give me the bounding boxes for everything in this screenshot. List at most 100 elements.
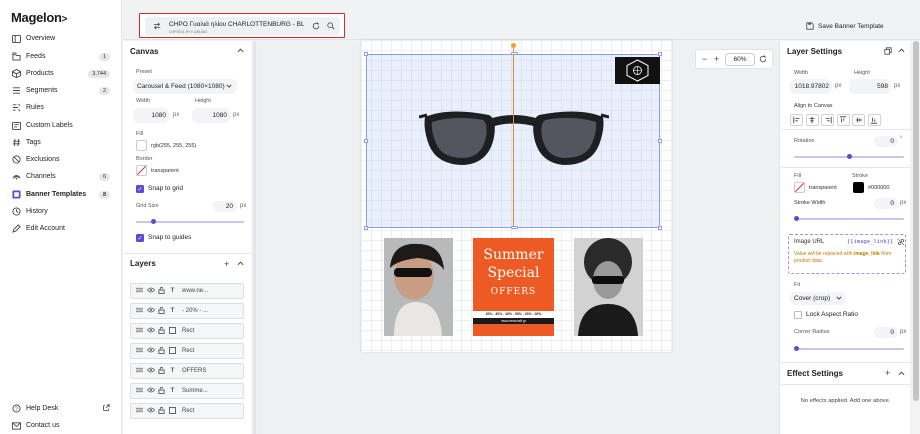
layer-height-input[interactable]: 598 (849, 79, 891, 94)
align-center-h-icon[interactable] (805, 114, 819, 126)
snap-grid-checkbox[interactable]: ✓ (136, 185, 144, 193)
resize-handle-sw[interactable] (364, 226, 368, 230)
swap-icon[interactable] (153, 22, 161, 32)
sidebar-item-rules[interactable]: Rules (0, 99, 122, 116)
grid-size-slider-knob[interactable] (151, 219, 157, 224)
corner-radius-input[interactable]: 0 (874, 327, 898, 338)
unlink-icon[interactable] (897, 238, 905, 248)
save-template-button[interactable]: Save Banner Template (800, 19, 892, 34)
align-right-icon[interactable] (821, 114, 834, 126)
refresh-icon[interactable] (312, 22, 320, 32)
drag-handle-icon[interactable] (136, 367, 143, 375)
drag-handle-icon[interactable] (136, 387, 143, 395)
sidebar-item-channels[interactable]: Channels 6 (0, 168, 122, 185)
image-url-box[interactable]: Image URL {{image_link}} Value will be r… (788, 234, 906, 274)
sidebar-item-history[interactable]: History (0, 203, 122, 220)
fit-select[interactable]: Cover (crop) (790, 292, 846, 305)
align-top-icon[interactable] (836, 114, 850, 126)
add-layer-icon[interactable]: + (224, 259, 229, 269)
brand-logo[interactable]: Magelon> (11, 10, 67, 25)
fill-swatch[interactable] (136, 140, 147, 151)
zoom-out-button[interactable]: − (702, 54, 707, 64)
layer-row[interactable]: T - 20% - ... (130, 303, 244, 319)
stroke-width-input[interactable]: 0 (874, 198, 898, 209)
collapse-icon[interactable] (898, 48, 905, 55)
collapse-icon[interactable] (237, 261, 244, 268)
resize-handle-nw[interactable] (364, 52, 368, 56)
layer-width-input[interactable]: 1018.97802 (790, 79, 832, 94)
collapse-icon[interactable] (237, 48, 244, 55)
sidebar-item-help-desk[interactable]: ? Help Desk (0, 400, 122, 417)
page-scrollbar-thumb[interactable] (913, 41, 919, 401)
add-effect-icon[interactable]: + (885, 368, 890, 378)
product-selector[interactable]: CHPO Γυαλιά ηλίου CHARLOTTENBURG - BLA..… (139, 13, 345, 38)
layer-row[interactable]: Rect (130, 323, 244, 339)
stroke-swatch[interactable] (853, 182, 864, 193)
layer-row[interactable]: Rect (130, 403, 244, 419)
duplicate-icon[interactable] (884, 47, 892, 57)
fill-swatch[interactable] (794, 182, 805, 193)
resize-handle-se[interactable] (658, 226, 662, 230)
lock-open-icon[interactable] (158, 386, 165, 396)
rotation-input[interactable]: 0 (874, 136, 898, 147)
rotate-handle[interactable] (511, 43, 516, 48)
reset-zoom-icon[interactable] (759, 55, 767, 65)
lock-open-icon[interactable] (158, 326, 165, 336)
corner-radius-slider-knob[interactable] (794, 346, 799, 351)
rotation-slider-knob[interactable] (846, 154, 852, 159)
sidebar-item-overview[interactable]: Overview (0, 30, 122, 47)
visibility-eye-icon[interactable] (146, 367, 156, 375)
promo-block[interactable]: Summer Special OFFERS 20% - 30% - 40% - … (473, 238, 554, 336)
stroke-width-slider[interactable] (794, 218, 904, 220)
drag-handle-icon[interactable] (136, 407, 143, 415)
model-photo-right[interactable] (574, 238, 643, 336)
zoom-level[interactable]: 60% (725, 53, 755, 66)
visibility-eye-icon[interactable] (146, 287, 156, 295)
collapse-icon[interactable] (898, 371, 905, 378)
visibility-eye-icon[interactable] (146, 307, 156, 315)
align-middle-v-icon[interactable] (852, 114, 865, 126)
lock-open-icon[interactable] (158, 306, 165, 316)
visibility-eye-icon[interactable] (146, 387, 156, 395)
page-scrollbar[interactable] (912, 41, 920, 434)
search-icon[interactable] (327, 22, 335, 32)
preset-select[interactable]: Carousel & Feed (1080×1080) (133, 79, 237, 94)
resize-handle-s[interactable] (511, 226, 518, 229)
layer-row[interactable]: Twww.ne... (130, 283, 244, 299)
zoom-in-button[interactable]: + (714, 54, 719, 64)
sidebar-item-tags[interactable]: Tags (0, 134, 122, 151)
lock-open-icon[interactable] (158, 286, 165, 296)
lock-open-icon[interactable] (158, 366, 165, 376)
canvas-width-input[interactable]: 1080 (133, 108, 169, 123)
resize-handle-n[interactable] (511, 52, 518, 55)
sidebar-item-feeds[interactable]: Feeds 1 (0, 48, 122, 65)
lock-open-icon[interactable] (158, 346, 165, 356)
drag-handle-icon[interactable] (136, 347, 143, 355)
border-swatch[interactable] (136, 165, 147, 176)
snap-guides-checkbox[interactable]: ✓ (136, 234, 144, 242)
panel-scrollbar[interactable] (252, 41, 255, 434)
sidebar-item-products[interactable]: Products 3,744 (0, 65, 122, 82)
sidebar-item-exclusions[interactable]: Exclusions (0, 151, 122, 168)
visibility-eye-icon[interactable] (146, 327, 156, 335)
lock-open-icon[interactable] (158, 406, 165, 416)
layer-row[interactable]: Rect (130, 343, 244, 359)
sidebar-item-custom-labels[interactable]: Custom Labels (0, 117, 122, 134)
resize-handle-e[interactable] (658, 139, 662, 143)
grid-size-input[interactable]: 20 (213, 201, 237, 212)
lock-aspect-checkbox[interactable] (794, 311, 802, 319)
sidebar-item-edit-account[interactable]: Edit Account (0, 220, 122, 237)
align-left-icon[interactable] (790, 114, 803, 126)
brand-mark-image[interactable] (615, 57, 660, 84)
resize-handle-ne[interactable] (658, 52, 662, 56)
stroke-width-slider-knob[interactable] (794, 216, 799, 221)
drag-handle-icon[interactable] (136, 287, 143, 295)
canvas-height-input[interactable]: 1080 (192, 108, 230, 123)
sidebar-item-contact[interactable]: Contact us (0, 417, 122, 434)
sidebar-item-segments[interactable]: Segments 2 (0, 82, 122, 99)
visibility-eye-icon[interactable] (146, 347, 156, 355)
layer-row[interactable]: T OFFERS (130, 363, 244, 379)
drag-handle-icon[interactable] (136, 327, 143, 335)
visibility-eye-icon[interactable] (146, 407, 156, 415)
sidebar-item-banner-templates[interactable]: Banner Templates 8 (0, 186, 122, 203)
